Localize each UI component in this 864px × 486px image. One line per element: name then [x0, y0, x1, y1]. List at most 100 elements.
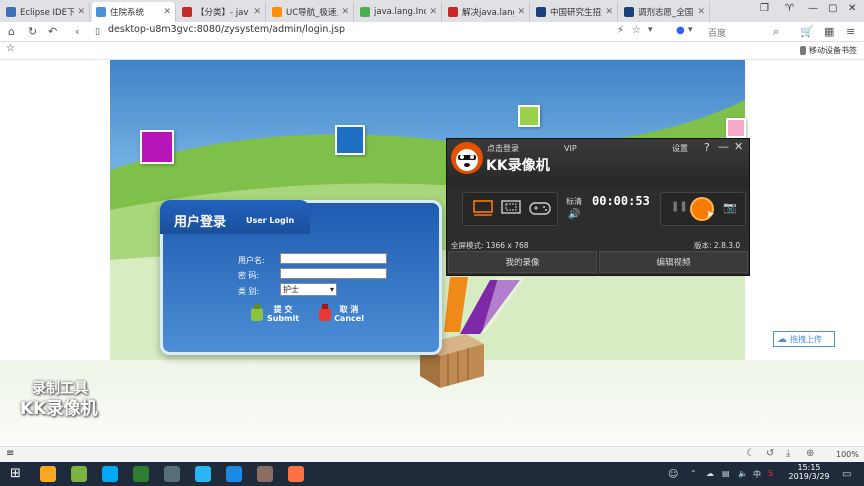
- select-arrow-icon: ▾: [329, 285, 334, 294]
- username-label: 用户名:: [238, 256, 265, 265]
- tray-app-icon[interactable]: S: [768, 469, 773, 478]
- kk-help-icon[interactable]: ?: [704, 141, 710, 154]
- login-title: 用户登录: [174, 215, 227, 230]
- tab-close-icon[interactable]: ✕: [697, 7, 705, 17]
- status-refresh-icon[interactable]: ↺: [766, 448, 774, 459]
- kk-minimize-icon[interactable]: —: [718, 140, 729, 153]
- tab-close-icon[interactable]: ✕: [341, 7, 349, 17]
- tab-close-icon[interactable]: ✕: [163, 7, 171, 17]
- cancel-button[interactable]: 取 消 Cancel: [334, 305, 364, 323]
- cancel-icon[interactable]: [317, 304, 333, 322]
- star-icon[interactable]: ☆: [632, 25, 641, 36]
- home-icon[interactable]: ⌂: [8, 25, 15, 38]
- dropdown-icon[interactable]: ▾: [648, 25, 653, 35]
- search-input[interactable]: 百度: [708, 26, 726, 39]
- status-shield-icon[interactable]: ☾: [746, 448, 755, 459]
- taskbar-app-icon[interactable]: [257, 466, 273, 482]
- taskbar-app-icon[interactable]: [71, 466, 87, 482]
- shirt-icon[interactable]: ♈: [785, 3, 794, 14]
- zoom-icon[interactable]: ⊕: [806, 448, 814, 459]
- tab-1[interactable]: Eclipse IDE下 ✕: [2, 2, 90, 22]
- menu-icon[interactable]: ≡: [846, 25, 855, 38]
- tab-close-icon[interactable]: ✕: [429, 7, 437, 17]
- tab-favicon-icon: [96, 7, 106, 17]
- my-recordings-button[interactable]: 我的录像: [448, 251, 597, 273]
- tab-3[interactable]: 【分类】- jav ✕: [178, 2, 266, 22]
- ime-indicator[interactable]: 中: [753, 469, 761, 480]
- pause-icon[interactable]: ❚❚: [671, 201, 688, 212]
- lightning-icon[interactable]: ⚡: [617, 25, 624, 36]
- network-icon[interactable]: ▤: [722, 469, 730, 478]
- drag-upload-button[interactable]: ☁ 拖拽上传: [773, 331, 835, 347]
- tab-close-icon[interactable]: ✕: [77, 7, 85, 17]
- tab-label: 【分类】- jav: [196, 8, 249, 18]
- type-select[interactable]: 护士 ▾: [280, 283, 337, 296]
- volume-tray-icon[interactable]: 🔈: [738, 469, 748, 478]
- search-engine-dropdown-icon[interactable]: ▾: [688, 25, 693, 35]
- cart-icon[interactable]: 🛒: [800, 25, 814, 38]
- windows-start-icon[interactable]: ⊞: [10, 466, 21, 481]
- tab-4[interactable]: UC导航_极速上✕: [268, 2, 354, 22]
- tray-cloud-icon[interactable]: ☁: [706, 469, 714, 478]
- minimize-icon[interactable]: —: [808, 3, 818, 14]
- taskbar-app-icon[interactable]: [195, 466, 211, 482]
- tab-label: 住院系统: [110, 8, 145, 18]
- maximize-icon[interactable]: ▢: [828, 3, 837, 14]
- restore-icon[interactable]: ❐: [760, 3, 769, 14]
- taskbar-app-icon[interactable]: [226, 466, 242, 482]
- kk-settings-link[interactable]: 设置: [672, 143, 688, 154]
- tab-8[interactable]: 调剂志愿_全国 ✕: [620, 2, 710, 22]
- bookmark-star-icon[interactable]: ☆: [6, 43, 15, 54]
- camera-icon[interactable]: 📷: [723, 201, 737, 214]
- status-download-icon[interactable]: ⤓: [786, 448, 790, 459]
- kk-vip-badge[interactable]: VIP: [564, 144, 577, 153]
- edit-video-button[interactable]: 编辑视频: [599, 251, 748, 273]
- tab-5[interactable]: java.lang.Inde✕: [356, 2, 442, 22]
- undo-icon[interactable]: ↶: [48, 25, 57, 38]
- page-icon: ▯: [95, 27, 100, 37]
- taskbar-app-icon[interactable]: [164, 466, 180, 482]
- game-mode-icon[interactable]: [529, 200, 551, 216]
- tab-label: java.lang.Inde: [374, 7, 426, 17]
- taskbar-app-icon[interactable]: [102, 466, 118, 482]
- taskbar-app-icon[interactable]: [133, 466, 149, 482]
- decor-square: [726, 118, 746, 138]
- people-icon[interactable]: ☺: [668, 469, 678, 480]
- fullscreen-mode-icon[interactable]: [473, 200, 493, 216]
- tab-6[interactable]: 解决java.lang.✕: [444, 2, 530, 22]
- tab-7[interactable]: 中国研究生招生✕: [532, 2, 618, 22]
- decor-square: [518, 105, 540, 127]
- tray-arrow-icon[interactable]: ⌃: [690, 469, 697, 478]
- tab-label: Eclipse IDE下: [20, 8, 75, 18]
- grid-icon[interactable]: ▦: [824, 25, 834, 38]
- kk-close-icon[interactable]: ✕: [734, 140, 743, 153]
- password-input[interactable]: [280, 268, 387, 279]
- region-mode-icon[interactable]: [501, 200, 521, 216]
- clock[interactable]: 15:15 2019/3/29: [786, 463, 832, 481]
- tab-label: 调剂志愿_全国: [638, 8, 694, 18]
- tab-close-icon[interactable]: ✕: [253, 7, 261, 17]
- submit-button[interactable]: 提 交 Submit: [266, 305, 300, 323]
- status-menu-icon[interactable]: ≡: [6, 448, 14, 459]
- refresh-icon[interactable]: ↻: [28, 25, 37, 38]
- phone-icon: [800, 46, 806, 55]
- mobile-bookmarks[interactable]: 移动设备书签: [800, 45, 857, 56]
- notification-icon[interactable]: ▭: [842, 469, 851, 480]
- zoom-level[interactable]: 100%: [836, 450, 859, 459]
- back-icon[interactable]: ‹: [75, 25, 79, 38]
- tab-close-icon[interactable]: ✕: [517, 7, 525, 17]
- search-icon[interactable]: ⌕: [773, 25, 779, 39]
- taskbar-app-icon[interactable]: [288, 466, 304, 482]
- close-window-icon[interactable]: ✕: [848, 3, 856, 14]
- address-bar: ⌂ ↻ ↶ ‹ ▯ desktop-u8m3gvc:8080/zysystem/…: [0, 22, 864, 42]
- volume-icon[interactable]: 🔊: [568, 209, 580, 220]
- kk-quality[interactable]: 标清: [566, 196, 582, 207]
- submit-icon[interactable]: [249, 304, 265, 322]
- tab-close-icon[interactable]: ✕: [605, 7, 613, 17]
- tab-2[interactable]: 住院系统 ✕: [92, 2, 176, 22]
- taskbar-app-icon[interactable]: [40, 466, 56, 482]
- username-input[interactable]: [280, 253, 387, 264]
- url-field[interactable]: desktop-u8m3gvc:8080/zysystem/admin/logi…: [108, 24, 345, 35]
- kk-login-link[interactable]: 点击登录: [487, 143, 519, 154]
- tab-label: UC导航_极速上: [286, 8, 338, 18]
